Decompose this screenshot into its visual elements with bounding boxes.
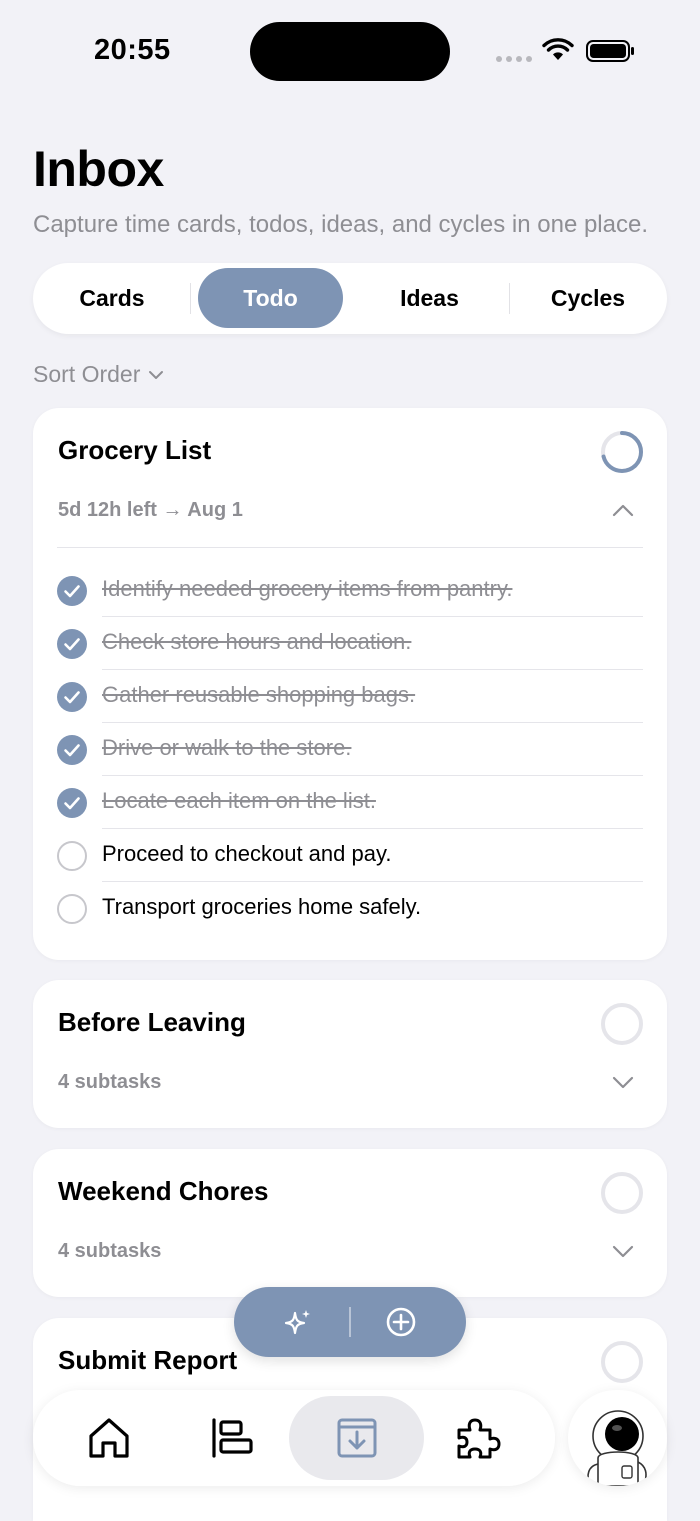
add-icon[interactable]: [385, 1306, 417, 1338]
signal-icon: [496, 56, 532, 62]
progress-ring[interactable]: [600, 1340, 644, 1384]
checked-circle-icon[interactable]: [57, 576, 87, 606]
card-deadline: 5d 12h left → Aug 1: [58, 499, 243, 521]
todo-item[interactable]: Transport groceries home safely.: [57, 882, 643, 935]
todo-item-text: Drive or walk to the store.: [102, 735, 352, 760]
unchecked-circle-icon[interactable]: [57, 841, 87, 871]
page-title: Inbox: [33, 141, 164, 197]
dynamic-island: [250, 22, 450, 81]
sparkles-icon[interactable]: [282, 1307, 314, 1339]
chevron-up-icon[interactable]: [612, 503, 634, 517]
checked-circle-icon[interactable]: [57, 735, 87, 765]
progress-ring[interactable]: [600, 1171, 644, 1215]
wifi-icon: [542, 38, 574, 60]
card-title: Before Leaving: [58, 1007, 246, 1037]
todo-item[interactable]: Check store hours and location.: [57, 617, 643, 670]
unchecked-circle-icon[interactable]: [57, 894, 87, 924]
card-title: Grocery List: [58, 435, 212, 465]
todo-card[interactable]: Weekend Chores 4 subtasks: [33, 1149, 667, 1297]
card-divider: [57, 547, 643, 548]
timeline-icon[interactable]: [210, 1416, 254, 1460]
card-title: Weekend Chores: [58, 1176, 269, 1206]
card-title: Submit Report: [58, 1345, 238, 1375]
tab-divider: [190, 283, 191, 314]
tab-bar: [33, 1390, 555, 1486]
card-subtask-count: 4 subtasks: [58, 1071, 162, 1093]
todo-item[interactable]: Drive or walk to the store.: [57, 723, 643, 776]
sort-order-button[interactable]: Sort Order: [33, 361, 164, 388]
tab-cards[interactable]: Cards: [38, 268, 186, 328]
sort-order-label: Sort Order: [33, 361, 141, 387]
todo-card[interactable]: Before Leaving 4 subtasks: [33, 980, 667, 1128]
quick-actions-pill: [234, 1287, 466, 1357]
card-subtask-count: 4 subtasks: [58, 1240, 162, 1262]
todo-item-text: Proceed to checkout and pay.: [102, 841, 392, 866]
chevron-down-icon[interactable]: [612, 1244, 634, 1258]
tab-divider: [509, 283, 510, 314]
category-tabs: Cards Todo Ideas Cycles: [33, 263, 667, 334]
astronaut-avatar: [587, 1410, 647, 1486]
chevron-down-icon: [149, 370, 164, 379]
status-time: 20:55: [94, 34, 171, 66]
todo-item-text: Locate each item on the list.: [102, 788, 376, 813]
tab-todo[interactable]: Todo: [198, 268, 343, 328]
todo-item[interactable]: Locate each item on the list.: [57, 776, 643, 829]
tab-cycles[interactable]: Cycles: [514, 268, 662, 328]
todo-item-text: Identify needed grocery items from pantr…: [102, 576, 513, 601]
chevron-down-icon[interactable]: [612, 1075, 634, 1089]
todo-item-text: Gather reusable shopping bags.: [102, 682, 416, 707]
checked-circle-icon[interactable]: [57, 682, 87, 712]
checked-circle-icon[interactable]: [57, 629, 87, 659]
status-bar: 20:55: [0, 0, 700, 100]
progress-ring[interactable]: [600, 1002, 644, 1046]
todo-item-text: Check store hours and location.: [102, 629, 412, 654]
todo-item[interactable]: Proceed to checkout and pay.: [57, 829, 643, 882]
page-subtitle: Capture time cards, todos, ideas, and cy…: [33, 211, 648, 238]
todo-item[interactable]: Identify needed grocery items from pantr…: [57, 564, 643, 617]
checked-circle-icon[interactable]: [57, 788, 87, 818]
todo-card[interactable]: Grocery List 5d 12h left → Aug 1 Identif…: [33, 408, 667, 960]
home-icon[interactable]: [87, 1416, 131, 1460]
todo-item-text: Transport groceries home safely.: [102, 894, 422, 919]
progress-ring[interactable]: [600, 430, 644, 474]
pill-divider: [349, 1307, 351, 1337]
puzzle-icon[interactable]: [456, 1416, 502, 1460]
battery-icon: [586, 40, 634, 62]
tab-ideas[interactable]: Ideas: [355, 268, 504, 328]
todo-item[interactable]: Gather reusable shopping bags.: [57, 670, 643, 723]
profile-avatar-button[interactable]: [568, 1390, 667, 1486]
inbox-icon[interactable]: [335, 1416, 379, 1460]
